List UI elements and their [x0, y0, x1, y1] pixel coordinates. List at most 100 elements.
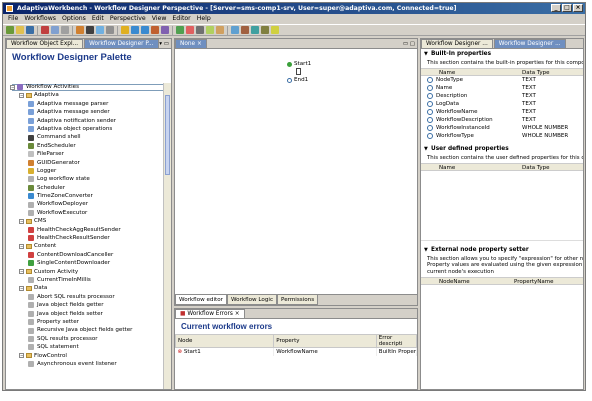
debug-icon[interactable] [186, 26, 194, 34]
tree-folder[interactable]: − Adaptiva [6, 91, 163, 99]
run-icon[interactable] [86, 26, 94, 34]
user-defined-table-body[interactable] [421, 171, 583, 241]
user-defined-section-header[interactable]: ▼ User defined properties [421, 144, 583, 154]
home-icon[interactable] [121, 26, 129, 34]
panel-controls[interactable]: ▾ ▭ [159, 41, 169, 47]
copy-icon[interactable] [51, 26, 59, 34]
menu-options[interactable]: Options [60, 14, 88, 24]
tab-workflow-object-explorer[interactable]: Workflow Object Expl... [6, 39, 84, 48]
palette-item[interactable]: Abort SQL results processor [6, 293, 163, 301]
node-start1[interactable]: Start1 [287, 61, 311, 67]
tab-permissions[interactable]: Permissions [277, 295, 319, 305]
menu-edit[interactable]: Edit [90, 14, 106, 24]
stop-icon[interactable] [151, 26, 159, 34]
table-row[interactable]: Name TEXT [421, 84, 583, 92]
collapse-icon[interactable]: ▼ [424, 51, 429, 57]
settings-icon[interactable] [106, 26, 114, 34]
import-icon[interactable] [216, 26, 224, 34]
col-name[interactable]: Name [421, 164, 522, 171]
table-row[interactable]: WorkflowInstanceId WHOLE NUMBER [421, 124, 583, 132]
deploy-icon[interactable] [96, 26, 104, 34]
palette-item[interactable]: Asynchronous event listener [6, 360, 163, 368]
validate-icon[interactable] [176, 26, 184, 34]
collapse-icon[interactable]: ▼ [424, 146, 429, 152]
back-icon[interactable] [131, 26, 139, 34]
col-property-name[interactable]: PropertyName [514, 278, 554, 285]
palette-item[interactable]: Adaptiva message sender [6, 108, 163, 116]
grid-icon[interactable] [231, 26, 239, 34]
layout-icon[interactable] [161, 26, 169, 34]
title-bar[interactable]: AdaptivaWorkbench - Workflow Designer Pe… [3, 3, 585, 14]
table-row[interactable]: LogData TEXT [421, 100, 583, 108]
minimize-button[interactable]: _ [551, 4, 561, 12]
sync-icon[interactable] [251, 26, 259, 34]
maximize-button[interactable]: □ [562, 4, 572, 12]
tree-folder[interactable]: − Content [6, 242, 163, 250]
palette-item[interactable]: FileParser [6, 150, 163, 158]
palette-item[interactable]: WorkflowDeployer [6, 200, 163, 208]
external-section-header[interactable]: ▼ External node property setter [421, 245, 583, 255]
table-row[interactable]: NodeType TEXT [421, 76, 583, 84]
col-data-type[interactable]: Data Type [522, 69, 550, 76]
menu-workflows[interactable]: Workflows [22, 14, 58, 24]
palette-item[interactable]: HealthCheckResultSender [6, 234, 163, 242]
tab-workflow-editor[interactable]: Workflow editor [175, 295, 227, 305]
node-end1[interactable]: End1 [287, 77, 308, 83]
export-icon[interactable] [206, 26, 214, 34]
palette-item[interactable]: Recursive Java object fields getter [6, 326, 163, 334]
palette-item[interactable]: SQL results processor [6, 335, 163, 343]
menu-editor[interactable]: Editor [170, 14, 192, 24]
col-data-type[interactable]: Data Type [522, 164, 550, 171]
palette-item[interactable]: Scheduler [6, 184, 163, 192]
collapse-icon[interactable]: ▼ [424, 247, 429, 253]
palette-item[interactable]: ContentDownloadCanceller [6, 251, 163, 259]
table-row[interactable]: WorkflowType WHOLE NUMBER [421, 132, 583, 140]
palette-item[interactable]: Adaptiva notification sender [6, 117, 163, 125]
menu-perspective[interactable]: Perspective [108, 14, 148, 24]
tab-editor-none[interactable]: None × [175, 39, 207, 48]
palette-item[interactable]: Property setter [6, 318, 163, 326]
palette-item[interactable]: Adaptiva object operations [6, 125, 163, 133]
print-icon[interactable] [241, 26, 249, 34]
palette-scrollbar[interactable] [163, 83, 171, 389]
palette-item[interactable]: HealthCheckAggResultSender [6, 226, 163, 234]
palette-item[interactable]: Command shell [6, 133, 163, 141]
palette-item[interactable]: Log workflow state [6, 175, 163, 183]
save-icon[interactable] [26, 26, 34, 34]
menu-view[interactable]: View [150, 14, 169, 24]
collapse-icon[interactable]: − [19, 269, 24, 275]
tab-workflow-designer-2[interactable]: Workflow Designer ... [493, 39, 566, 48]
palette-item[interactable]: EndScheduler [6, 142, 163, 150]
menu-help[interactable]: Help [195, 14, 213, 24]
collapse-icon[interactable]: − [19, 218, 24, 224]
builtin-section-header[interactable]: ▼ Built-In properties [421, 49, 583, 59]
table-row[interactable]: Description TEXT [421, 92, 583, 100]
tools-icon[interactable] [261, 26, 269, 34]
col-node[interactable]: Node [175, 334, 275, 348]
collapse-icon[interactable]: − [19, 353, 24, 359]
tree-folder[interactable]: − Data [6, 284, 163, 292]
collapse-icon[interactable]: − [19, 93, 24, 99]
palette-item[interactable]: Adaptiva message parser [6, 100, 163, 108]
palette-item[interactable]: Java object fields setter [6, 310, 163, 318]
tree-folder[interactable]: − CMS [6, 217, 163, 225]
tree-folder[interactable]: − FlowControl [6, 352, 163, 360]
forward-icon[interactable] [141, 26, 149, 34]
delete-icon[interactable] [41, 26, 49, 34]
table-row[interactable]: WorkflowDescription TEXT [421, 116, 583, 124]
col-node-name[interactable]: NodeName [421, 278, 514, 285]
palette-item[interactable]: Java object fields getter [6, 301, 163, 309]
table-row[interactable]: WorkflowName TEXT [421, 108, 583, 116]
zoom-icon[interactable] [196, 26, 204, 34]
palette-item[interactable]: Logger [6, 167, 163, 175]
palette-item[interactable]: SQL statement [6, 343, 163, 351]
col-error-description[interactable]: Error descripti [375, 334, 417, 348]
workflow-canvas[interactable]: Start1 End1 [175, 49, 417, 294]
palette-item[interactable]: WorkflowExecutor [6, 209, 163, 217]
editor-controls[interactable]: ▭ ▢ [403, 41, 415, 47]
tab-workflow-designer-1[interactable]: Workflow Designer ... [421, 39, 493, 48]
scrollbar-thumb[interactable] [165, 95, 170, 175]
col-name[interactable]: Name [421, 69, 522, 76]
tab-workflow-logic[interactable]: Workflow Logic [226, 295, 278, 305]
palette-item[interactable]: CurrentTimeInMillis [6, 276, 163, 284]
